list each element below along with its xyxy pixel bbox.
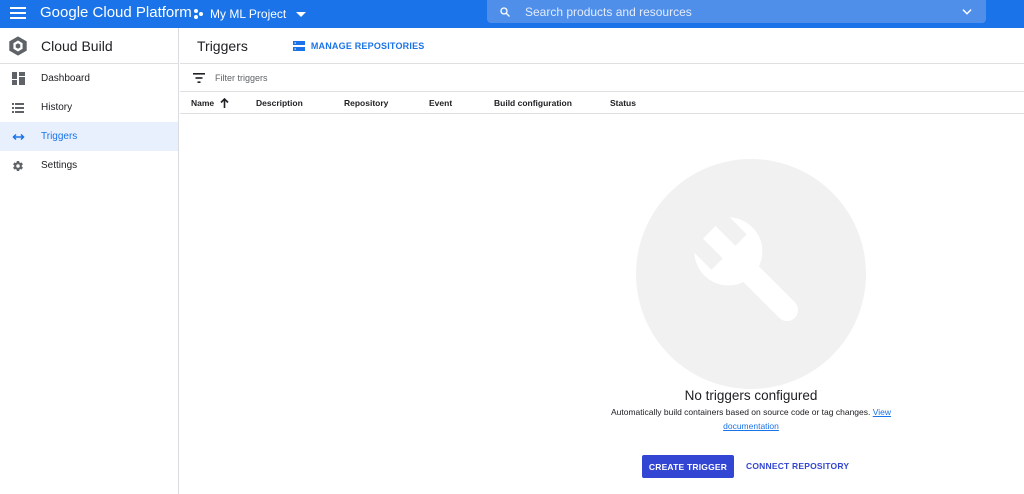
project-name: My ML Project: [210, 7, 287, 21]
column-header-name[interactable]: Name: [191, 98, 229, 108]
page-title: Triggers: [197, 37, 248, 54]
wrench-icon: [694, 217, 799, 322]
filter-bar: [180, 64, 1024, 92]
caret-down-icon: [296, 11, 307, 17]
sort-ascending-icon: [220, 98, 229, 108]
project-icon: [194, 9, 204, 19]
sidebar-item-label: Triggers: [41, 131, 78, 142]
empty-state: No triggers configured Automatically bui…: [180, 114, 1024, 494]
main-content: Triggers MANAGE REPOSITORIES Name Descri…: [180, 28, 1024, 494]
sidebar-item-dashboard[interactable]: Dashboard: [0, 64, 178, 93]
empty-state-text: Automatically build containers based on …: [610, 407, 871, 417]
product-header: Cloud Build: [0, 28, 178, 64]
search-icon: [500, 6, 510, 17]
column-header-description[interactable]: Description: [256, 98, 303, 108]
brand-title[interactable]: Google Cloud Platform: [40, 4, 192, 21]
sidebar-item-label: Dashboard: [41, 73, 90, 84]
sidebar-item-label: Settings: [41, 160, 78, 171]
sidebar-item-history[interactable]: History: [0, 93, 178, 122]
sidebar-item-triggers[interactable]: Triggers: [0, 122, 178, 151]
top-bar: Google Cloud Platform My ML Project: [0, 0, 1024, 28]
gear-icon: [11, 159, 25, 173]
chevron-down-icon[interactable]: [960, 5, 974, 19]
column-header-event[interactable]: Event: [429, 98, 452, 108]
cloud-build-logo-icon: [9, 35, 27, 56]
column-header-status[interactable]: Status: [610, 98, 636, 108]
dashboard-icon: [11, 72, 25, 86]
sidebar-item-settings[interactable]: Settings: [0, 151, 178, 180]
search-input[interactable]: [525, 4, 960, 19]
table-header: Name Description Repository Event Build …: [180, 92, 1024, 114]
sidebar: Cloud Build Dashboard History Triggers S…: [0, 28, 179, 494]
list-icon: [11, 101, 25, 115]
column-label: Name: [191, 98, 215, 108]
connect-repository-button[interactable]: CONNECT REPOSITORY: [746, 455, 849, 478]
product-title: Cloud Build: [41, 37, 113, 54]
repositories-icon: [292, 40, 305, 51]
manage-repositories-button[interactable]: MANAGE REPOSITORIES: [292, 40, 425, 51]
column-header-repository[interactable]: Repository: [344, 98, 388, 108]
page-header: Triggers MANAGE REPOSITORIES: [180, 28, 1024, 64]
column-header-build-configuration[interactable]: Build configuration: [494, 98, 572, 108]
empty-state-illustration: [636, 159, 866, 389]
main-menu-icon[interactable]: [10, 5, 26, 23]
filter-icon[interactable]: [193, 72, 205, 83]
empty-state-description: Automatically build containers based on …: [585, 405, 917, 433]
trigger-arrows-icon: [11, 130, 25, 144]
sidebar-item-label: History: [41, 102, 73, 113]
empty-state-title: No triggers configured: [684, 388, 818, 403]
search-bar[interactable]: [487, 0, 986, 23]
filter-input[interactable]: [215, 72, 515, 83]
manage-repositories-label: MANAGE REPOSITORIES: [310, 40, 425, 51]
project-selector[interactable]: My ML Project: [194, 5, 307, 23]
create-trigger-button[interactable]: CREATE TRIGGER: [642, 455, 734, 478]
